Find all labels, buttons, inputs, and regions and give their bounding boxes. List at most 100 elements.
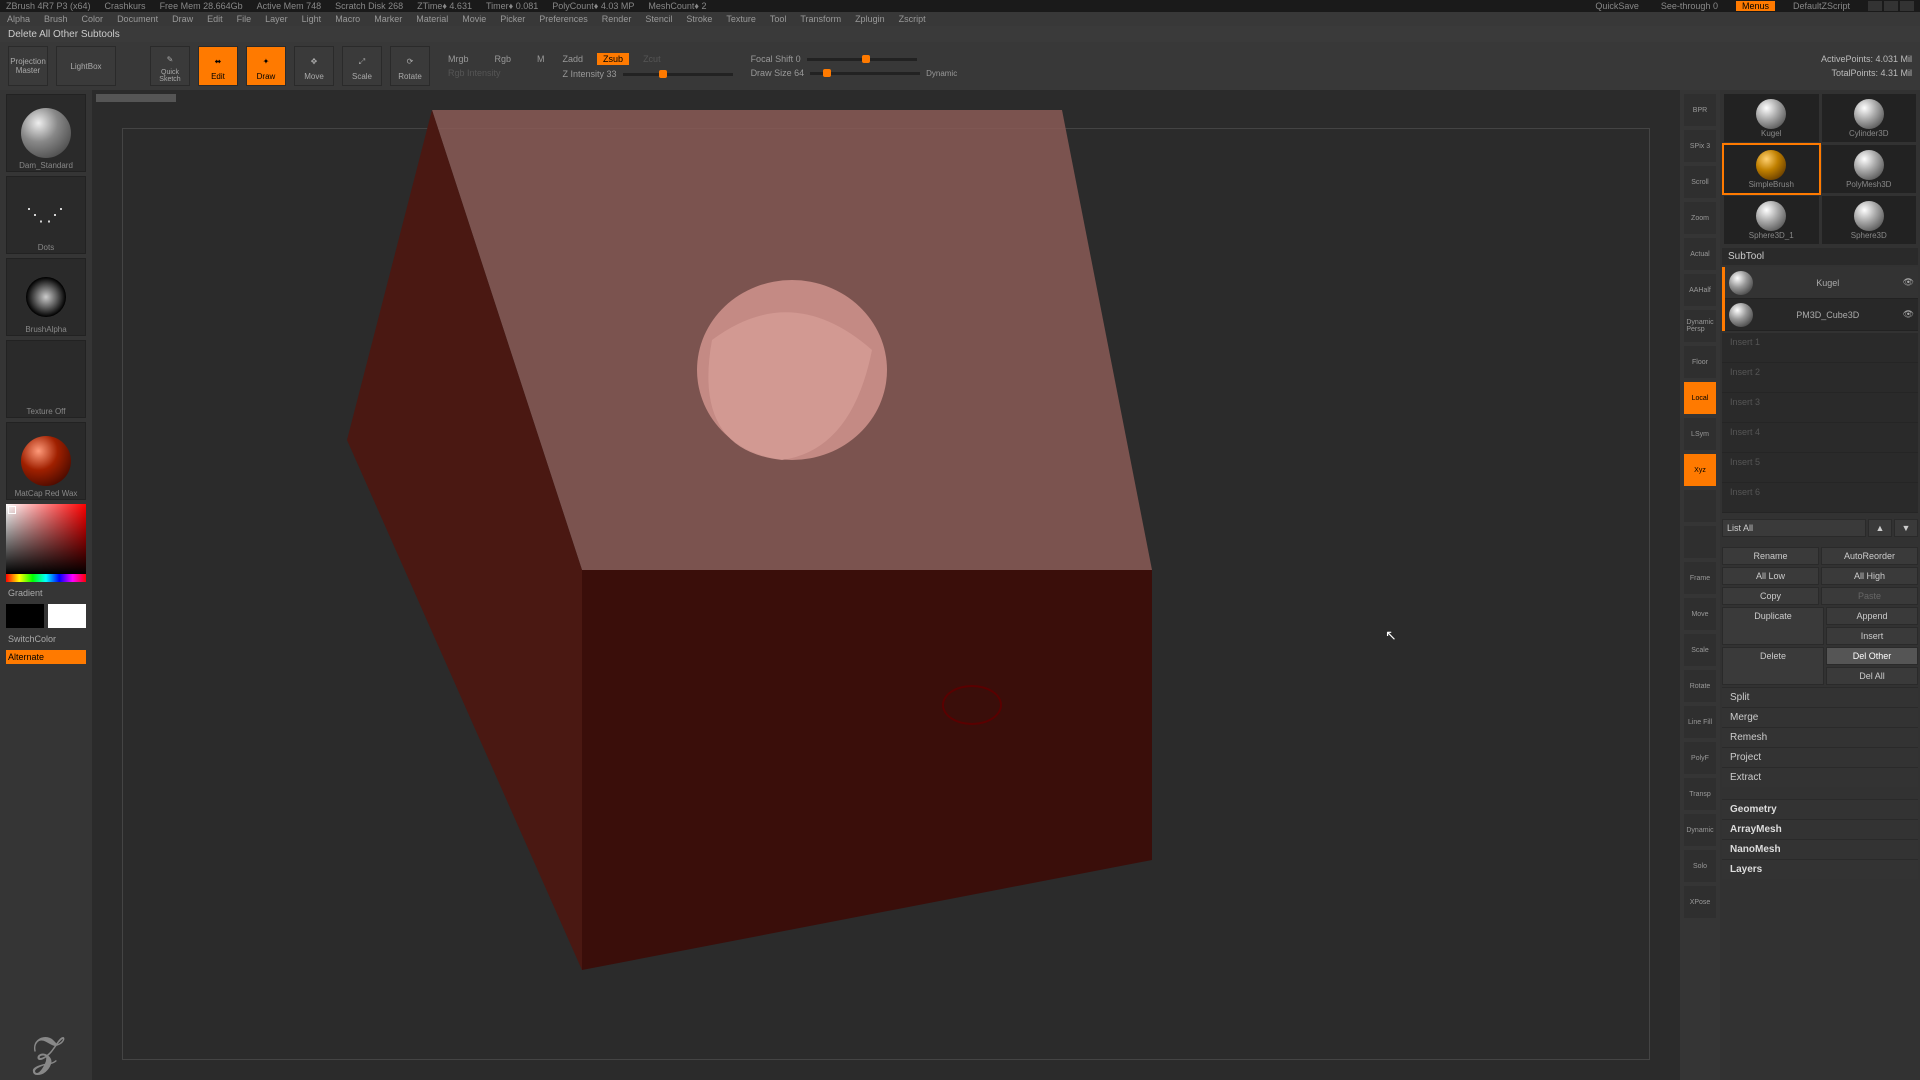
shelf-btn12[interactable] bbox=[1684, 526, 1716, 558]
shelf-transp[interactable]: Transp bbox=[1684, 778, 1716, 810]
secondary-color[interactable] bbox=[6, 604, 44, 628]
lightbox-button[interactable]: LightBox bbox=[56, 46, 116, 86]
menu-light[interactable]: Light bbox=[299, 14, 325, 24]
shelf-btn11[interactable] bbox=[1684, 490, 1716, 522]
rgb-toggle[interactable]: Rgb bbox=[495, 54, 512, 64]
menu-color[interactable]: Color bbox=[79, 14, 107, 24]
brush-selector[interactable]: Dam_Standard bbox=[6, 94, 86, 172]
shelf-frame[interactable]: Frame bbox=[1684, 562, 1716, 594]
material-selector[interactable]: MatCap Red Wax bbox=[6, 422, 86, 500]
delete-button[interactable]: Delete bbox=[1722, 647, 1824, 685]
quicksketch-button[interactable]: ✎Quick Sketch bbox=[150, 46, 190, 86]
section-merge[interactable]: Merge bbox=[1722, 707, 1918, 727]
maximize-icon[interactable] bbox=[1884, 1, 1898, 11]
mrgb-toggle[interactable]: Mrgb bbox=[448, 54, 469, 64]
quicksave-button[interactable]: QuickSave bbox=[1591, 1, 1643, 11]
viewport[interactable] bbox=[92, 90, 1680, 1080]
move-mode-button[interactable]: ✥Move bbox=[294, 46, 334, 86]
shelf-solo[interactable]: Solo bbox=[1684, 850, 1716, 882]
shelf-scale[interactable]: Scale bbox=[1684, 634, 1716, 666]
append-button[interactable]: Append bbox=[1826, 607, 1918, 625]
m-toggle[interactable]: M bbox=[537, 54, 545, 64]
alternate-button[interactable]: Alternate bbox=[6, 650, 86, 664]
gradient-toggle[interactable]: Gradient bbox=[6, 586, 86, 600]
subtool-pm3d_cube3d[interactable]: PM3D_Cube3D👁 bbox=[1725, 299, 1918, 331]
menu-material[interactable]: Material bbox=[413, 14, 451, 24]
shelf-scroll[interactable]: Scroll bbox=[1684, 166, 1716, 198]
menu-document[interactable]: Document bbox=[114, 14, 161, 24]
z-intensity-slider[interactable]: Z Intensity 33 bbox=[563, 69, 617, 79]
shelf-lsym[interactable]: LSym bbox=[1684, 418, 1716, 450]
menu-draw[interactable]: Draw bbox=[169, 14, 196, 24]
visibility-icon[interactable]: 👁 bbox=[1903, 277, 1914, 288]
section-project[interactable]: Project bbox=[1722, 747, 1918, 767]
edit-mode-button[interactable]: ⬌Edit bbox=[198, 46, 238, 86]
shelf-zoom[interactable]: Zoom bbox=[1684, 202, 1716, 234]
rename-button[interactable]: Rename bbox=[1722, 547, 1819, 565]
tool-polymesh3d[interactable]: PolyMesh3D bbox=[1822, 145, 1917, 193]
zcut-toggle[interactable]: Zcut bbox=[643, 54, 661, 64]
rotate-mode-button[interactable]: ⟳Rotate bbox=[390, 46, 430, 86]
shelf-rotate[interactable]: Rotate bbox=[1684, 670, 1716, 702]
menu-transform[interactable]: Transform bbox=[797, 14, 844, 24]
duplicate-button[interactable]: Duplicate bbox=[1722, 607, 1824, 645]
default-zscript[interactable]: DefaultZScript bbox=[1789, 1, 1854, 11]
arrow-up-icon[interactable]: ▲ bbox=[1868, 519, 1892, 537]
shelf-xyz[interactable]: Xyz bbox=[1684, 454, 1716, 486]
primary-color[interactable] bbox=[48, 604, 86, 628]
del-all-button[interactable]: Del All bbox=[1826, 667, 1918, 685]
menu-movie[interactable]: Movie bbox=[459, 14, 489, 24]
autoreorder-button[interactable]: AutoReorder bbox=[1821, 547, 1918, 565]
minimize-icon[interactable] bbox=[1868, 1, 1882, 11]
menu-stencil[interactable]: Stencil bbox=[642, 14, 675, 24]
menu-macro[interactable]: Macro bbox=[332, 14, 363, 24]
subtool-header[interactable]: SubTool bbox=[1722, 248, 1918, 265]
shelf-local[interactable]: Local bbox=[1684, 382, 1716, 414]
shelf-aahalf[interactable]: AAHalf bbox=[1684, 274, 1716, 306]
visibility-icon[interactable]: 👁 bbox=[1903, 309, 1914, 320]
menu-brush[interactable]: Brush bbox=[41, 14, 71, 24]
seethrough-slider[interactable]: See-through 0 bbox=[1657, 1, 1722, 11]
insert-button[interactable]: Insert bbox=[1826, 627, 1918, 645]
section-geometry[interactable]: Geometry bbox=[1722, 799, 1918, 819]
shelf-dynamic[interactable]: Dynamic bbox=[1684, 814, 1716, 846]
menu-tool[interactable]: Tool bbox=[767, 14, 790, 24]
menu-render[interactable]: Render bbox=[599, 14, 635, 24]
shelf-line-fill[interactable]: Line Fill bbox=[1684, 706, 1716, 738]
draw-size-slider[interactable]: Draw Size 64 bbox=[751, 68, 805, 78]
tool-sphere3d[interactable]: Sphere3D bbox=[1822, 196, 1917, 244]
del-other-button[interactable]: Del Other bbox=[1826, 647, 1918, 665]
tool-sphere3d_1[interactable]: Sphere3D_1 bbox=[1724, 196, 1819, 244]
doc-scroll[interactable] bbox=[96, 94, 176, 102]
subtool-kugel[interactable]: Kugel👁 bbox=[1725, 267, 1918, 299]
scale-mode-button[interactable]: ⤢Scale bbox=[342, 46, 382, 86]
section-split[interactable]: Split bbox=[1722, 687, 1918, 707]
projection-master-button[interactable]: Projection Master bbox=[8, 46, 48, 86]
menu-marker[interactable]: Marker bbox=[371, 14, 405, 24]
all-high-button[interactable]: All High bbox=[1821, 567, 1918, 585]
zsub-toggle[interactable]: Zsub bbox=[597, 53, 629, 65]
tool-kugel[interactable]: Kugel bbox=[1724, 94, 1819, 142]
focal-shift-slider[interactable]: Focal Shift 0 bbox=[751, 54, 801, 64]
arrow-down-icon[interactable]: ▼ bbox=[1894, 519, 1918, 537]
zadd-toggle[interactable]: Zadd bbox=[563, 54, 584, 64]
menu-texture[interactable]: Texture bbox=[723, 14, 759, 24]
shelf-bpr[interactable]: BPR bbox=[1684, 94, 1716, 126]
menu-file[interactable]: File bbox=[234, 14, 255, 24]
paste-button[interactable]: Paste bbox=[1821, 587, 1918, 605]
menus-toggle[interactable]: Menus bbox=[1736, 1, 1775, 11]
section-nanomesh[interactable]: NanoMesh bbox=[1722, 839, 1918, 859]
menu-stroke[interactable]: Stroke bbox=[683, 14, 715, 24]
shelf-spix-3[interactable]: SPix 3 bbox=[1684, 130, 1716, 162]
copy-button[interactable]: Copy bbox=[1722, 587, 1819, 605]
texture-selector[interactable]: Texture Off bbox=[6, 340, 86, 418]
alpha-selector[interactable]: BrushAlpha bbox=[6, 258, 86, 336]
color-picker[interactable] bbox=[6, 504, 86, 574]
section-arraymesh[interactable]: ArrayMesh bbox=[1722, 819, 1918, 839]
switchcolor-button[interactable]: SwitchColor bbox=[6, 632, 86, 646]
list-all-button[interactable]: List All bbox=[1722, 519, 1866, 537]
hue-slider[interactable] bbox=[6, 574, 86, 582]
section-extract[interactable]: Extract bbox=[1722, 767, 1918, 787]
draw-mode-button[interactable]: ✦Draw bbox=[246, 46, 286, 86]
menu-edit[interactable]: Edit bbox=[204, 14, 226, 24]
